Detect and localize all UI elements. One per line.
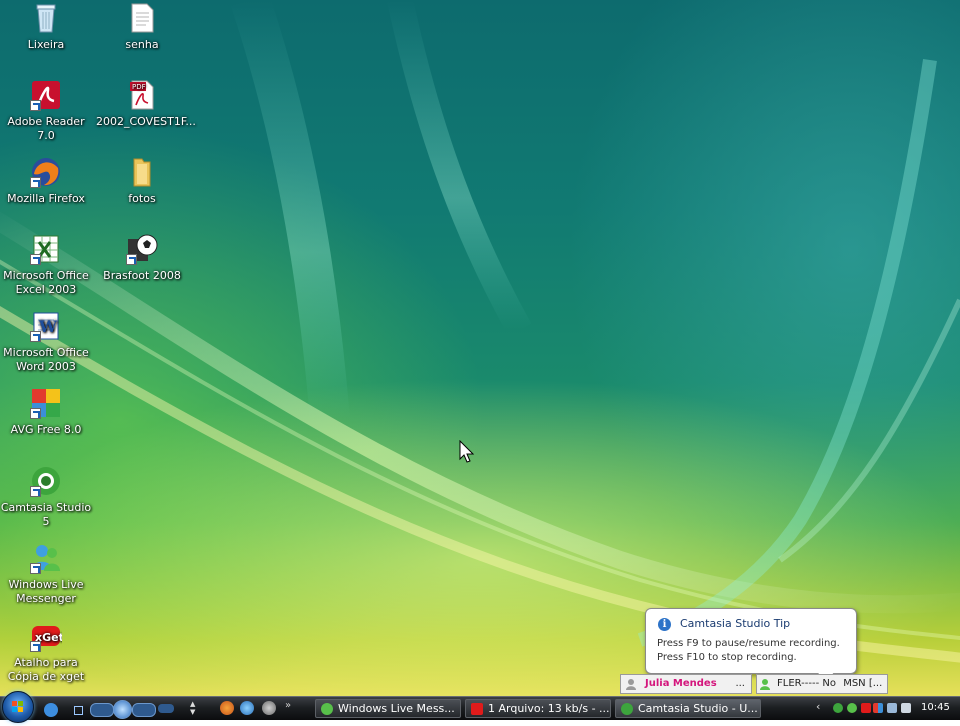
text-file-icon xyxy=(126,2,158,34)
contact-name: MSN [... xyxy=(843,678,883,689)
taskbar: ▲ ▼ » Windows Live Mess... 1 Arquivo: 13 … xyxy=(0,691,960,723)
taskbar-button-label: Camtasia Studio - U... xyxy=(638,702,758,715)
balloon-text-line: Press F9 to pause/resume recording. xyxy=(657,638,840,649)
balloon-text-line: Press F10 to stop recording. xyxy=(657,652,797,663)
scroll-arrows-icon[interactable]: ▲ ▼ xyxy=(190,700,198,717)
desktop-icon-pdf-file[interactable]: PDF 2002_COVEST1F... xyxy=(96,79,196,129)
desktop-icon-label: senha xyxy=(125,38,159,51)
avg-tray-icon[interactable] xyxy=(873,703,883,713)
messenger-icon xyxy=(321,703,333,715)
start-button[interactable] xyxy=(2,691,34,723)
desktop-icon-excel[interactable]: Microsoft Office Excel 2003 xyxy=(0,233,92,297)
desktop-icon-label: Adobe Reader 7.0 xyxy=(7,115,85,142)
messenger-tray-icon[interactable] xyxy=(847,703,857,713)
internet-icon[interactable] xyxy=(262,701,276,715)
desktop-icon-label: Microsoft Office Word 2003 xyxy=(3,346,89,373)
desktop-icon-label: Microsoft Office Excel 2003 xyxy=(3,269,89,296)
firefox-icon[interactable] xyxy=(220,701,234,715)
pdf-file-icon: PDF xyxy=(126,79,158,111)
desktop-icon-firefox[interactable]: Mozilla Firefox xyxy=(0,156,92,206)
contact-status-icon xyxy=(760,679,770,690)
clock[interactable]: 10:45 xyxy=(921,702,950,713)
desktop-icon-label: Windows Live Messenger xyxy=(8,578,84,605)
contact-more: ... xyxy=(735,678,745,689)
windows-logo-icon xyxy=(12,701,23,712)
play-icon[interactable] xyxy=(44,703,58,717)
info-icon: i xyxy=(658,618,671,631)
svg-text:W: W xyxy=(38,317,58,336)
stop-icon[interactable] xyxy=(74,706,83,715)
desktop-icon-fotos[interactable]: fotos xyxy=(96,156,188,206)
firefox-icon xyxy=(30,156,62,188)
tray-expand-icon[interactable]: ‹ xyxy=(816,700,820,713)
desktop-icon-label: Mozilla Firefox xyxy=(7,192,85,205)
desktop-icon-adobe-reader[interactable]: Adobe Reader 7.0 xyxy=(0,79,92,143)
mouse-cursor-icon xyxy=(459,440,475,463)
excel-icon xyxy=(30,233,62,265)
balloon-title: Camtasia Studio Tip xyxy=(680,617,791,630)
camtasia-icon xyxy=(30,465,62,497)
taskbar-button-camtasia[interactable]: Camtasia Studio - U... xyxy=(615,699,761,718)
folder-icon xyxy=(126,156,158,188)
desktop-icon-senha[interactable]: senha xyxy=(96,2,188,52)
notification-balloon[interactable]: i Camtasia Studio Tip Press F9 to pause/… xyxy=(645,608,857,686)
avg-icon xyxy=(30,387,62,419)
taskbar-button-label: 1 Arquivo: 13 kb/s - ... xyxy=(488,702,610,715)
desktop-icon-label: Camtasia Studio 5 xyxy=(0,501,92,528)
desktop-icon-xget[interactable]: xGet Atalho para Cópia de xget xyxy=(0,620,92,684)
taskbar-button-messenger[interactable]: Windows Live Mess... xyxy=(315,699,461,718)
desktop-icon-camtasia[interactable]: Camtasia Studio 5 xyxy=(0,465,92,529)
adobe-reader-icon xyxy=(30,79,62,111)
xget-icon: xGet xyxy=(30,620,62,652)
camtasia-icon xyxy=(621,703,633,715)
desktop-icon-recycle-bin[interactable]: Lixeira xyxy=(0,2,92,52)
quick-launch-expand[interactable]: » xyxy=(285,700,291,711)
pause-icon[interactable] xyxy=(113,700,132,719)
contact-name: FLER----- No xyxy=(777,678,837,689)
desktop-icon-label: fotos xyxy=(128,192,156,205)
taskbar-button-label: Windows Live Mess... xyxy=(338,702,455,715)
contact-name: Julia Mendes xyxy=(645,678,717,689)
volume-tray-icon[interactable] xyxy=(901,703,911,713)
contact-bar-julia[interactable]: Julia Mendes ... xyxy=(620,674,752,694)
soccer-ball-icon xyxy=(126,233,158,265)
desktop-icon-word[interactable]: W Microsoft Office Word 2003 xyxy=(0,310,92,374)
previous-icon[interactable] xyxy=(90,703,114,717)
desktop-icon-brasfoot[interactable]: Brasfoot 2008 xyxy=(96,233,188,283)
desktop-icon-avg[interactable]: AVG Free 8.0 xyxy=(0,387,92,437)
taskbar-button-xget[interactable]: 1 Arquivo: 13 kb/s - ... xyxy=(465,699,611,718)
network-icon[interactable] xyxy=(887,703,897,713)
xget-tray-icon[interactable] xyxy=(861,703,871,713)
desktop-icon-label: Atalho para Cópia de xget xyxy=(7,656,85,683)
desktop-icon-messenger[interactable]: Windows Live Messenger xyxy=(0,542,92,606)
word-icon: W xyxy=(30,310,62,342)
desktop-icon-label: Lixeira xyxy=(27,38,65,51)
media-player-toolbar: ▲ ▼ xyxy=(40,699,200,719)
desktop-icon-label: 2002_COVEST1F... xyxy=(96,115,196,128)
next-icon[interactable] xyxy=(132,703,156,717)
desktop-icon-label: Brasfoot 2008 xyxy=(103,269,181,282)
xget-icon xyxy=(471,703,483,715)
svg-text:PDF: PDF xyxy=(132,83,146,91)
desktop-icon-label: AVG Free 8.0 xyxy=(10,423,82,436)
contact-bar-fler[interactable]: FLER----- No MSN [... xyxy=(756,674,888,694)
camtasia-tray-icon[interactable] xyxy=(833,703,843,713)
contact-status-icon xyxy=(626,679,636,690)
desktop: Lixeira Adobe Reader 7.0 Mozilla Firefox… xyxy=(0,0,960,696)
volume-icon[interactable] xyxy=(158,704,174,713)
recycle-bin-icon xyxy=(30,2,62,34)
messenger-icon xyxy=(30,542,62,574)
messenger-icon[interactable] xyxy=(240,701,254,715)
